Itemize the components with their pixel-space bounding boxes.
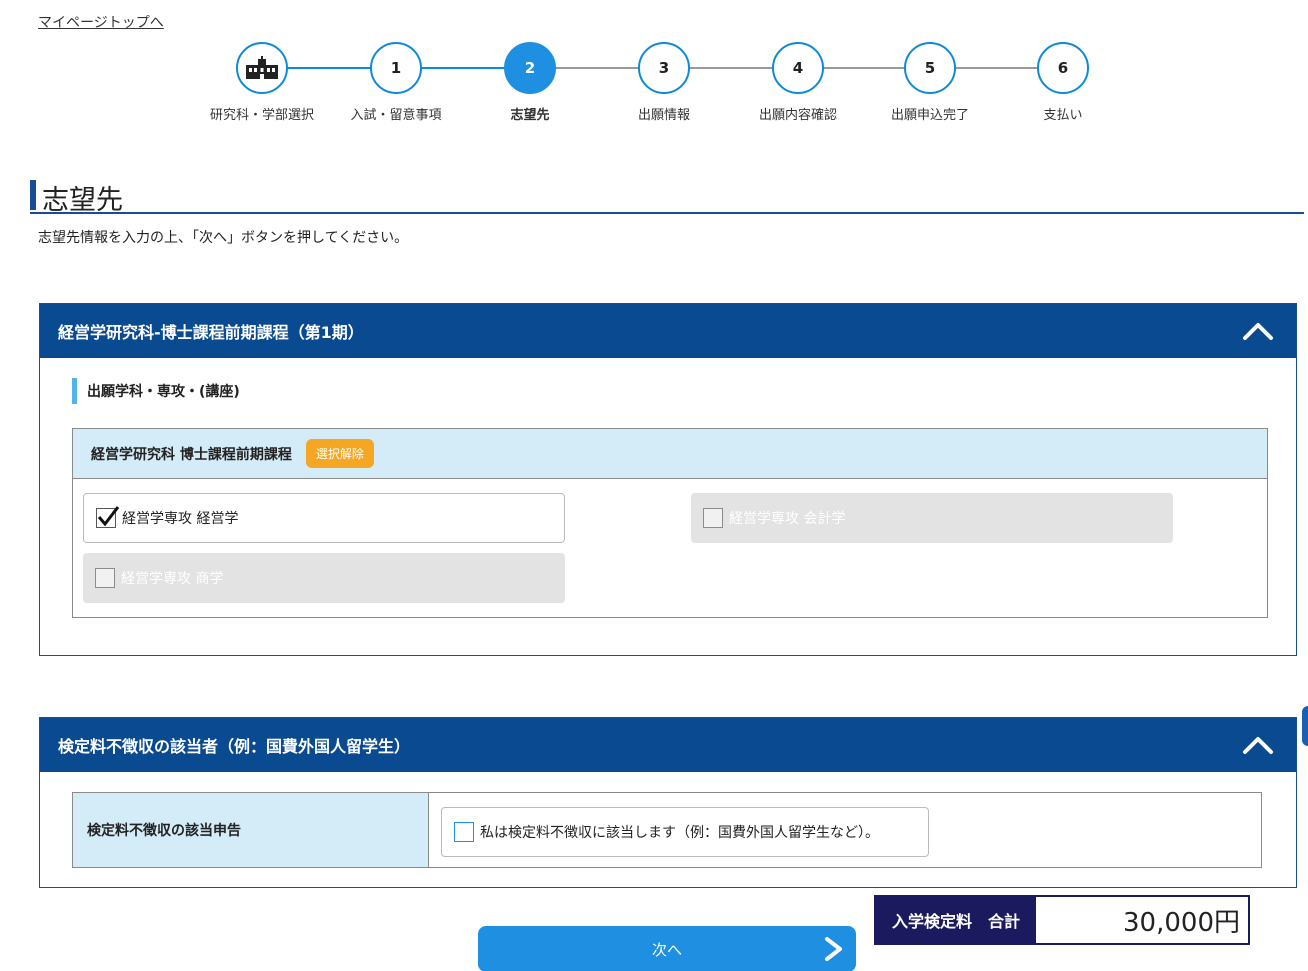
fee-checkbox-label: 私は検定料不徴収に該当します（例：国費外国人留学生など）。 (480, 825, 879, 841)
course-selection-box: 経営学研究科 博士課程前期課程 選択解除 経営学専攻 経営学 経営学専攻 会計学… (72, 428, 1268, 618)
page-description: 志望先情報を入力の上、「次へ」ボタンを押してください。 (38, 230, 409, 246)
step-4: 4 出願内容確認 (731, 42, 865, 123)
section-subheading: 出願学科・専攻・(講座) (72, 378, 240, 404)
step-circle: 3 (638, 42, 690, 94)
fee-exemption-option[interactable]: 私は検定料不徴収に該当します（例：国費外国人留学生など）。 (441, 807, 929, 857)
course-panel: 経営学研究科-博士課程前期課程（第1期） 出願学科・専攻・(講座) 経営学研究科… (39, 303, 1297, 656)
option-label: 経営学専攻 商学 (121, 571, 224, 587)
total-fee-box: 入学検定料 合計 30,000円 (874, 895, 1250, 945)
step-circle (236, 42, 288, 94)
chevron-up-icon[interactable] (1242, 734, 1274, 756)
clear-selection-button[interactable]: 選択解除 (305, 439, 374, 468)
total-fee-label: 入学検定料 合計 (876, 897, 1036, 943)
page-title-text: 志望先 (42, 185, 123, 216)
subheading-accent-bar (72, 378, 77, 404)
progress-stepper: 研究科・学部選択 1 入試・留意事項 2 志望先 3 出願情報 4 出願内容確認… (195, 42, 1130, 132)
course-panel-title: 経営学研究科-博士課程前期課程（第1期） (58, 323, 364, 342)
step-circle: 1 (370, 42, 422, 94)
step-2-current: 2 志望先 (463, 42, 597, 123)
course-heading: 経営学研究科 博士課程前期課程 選択解除 (73, 429, 1267, 479)
option-label: 経営学専攻 経営学 (122, 511, 239, 527)
option-accounting: 経営学専攻 会計学 (691, 493, 1173, 543)
floating-side-tab[interactable] (1302, 706, 1308, 746)
checkbox-disabled (95, 568, 115, 588)
next-button[interactable]: 次へ (478, 926, 856, 971)
option-label: 経営学専攻 会計学 (729, 511, 846, 527)
step-faculty-select: 研究科・学部選択 (195, 42, 329, 123)
chevron-right-icon (825, 937, 842, 961)
step-label: 出願情報 (637, 108, 690, 123)
step-circle: 2 (504, 42, 556, 94)
step-circle: 4 (772, 42, 824, 94)
title-accent-bar (30, 180, 36, 210)
step-circle: 6 (1037, 42, 1089, 94)
fee-panel-title: 検定料不徴収の該当者（例：国費外国人留学生） (58, 737, 411, 756)
fee-row-label: 検定料不徴収の該当申告 (73, 793, 429, 867)
course-title: 経営学研究科 博士課程前期課程 (91, 446, 292, 463)
step-1: 1 入試・留意事項 (329, 42, 463, 123)
subheading-text: 出願学科・専攻・(講座) (87, 384, 240, 400)
fee-row-value: 私は検定料不徴収に該当します（例：国費外国人留学生など）。 (429, 793, 1261, 867)
school-building-icon (246, 56, 278, 79)
step-label: 出願内容確認 (758, 108, 837, 123)
checkbox-checked[interactable] (96, 506, 120, 528)
fee-exemption-checkbox[interactable] (454, 822, 474, 842)
option-commerce: 経営学専攻 商学 (83, 553, 565, 603)
page-title: 志望先 (30, 178, 1304, 216)
checkbox-disabled (703, 508, 723, 528)
next-button-label: 次へ (651, 941, 682, 959)
step-6: 6 支払い (996, 42, 1130, 123)
step-label: 入試・留意事項 (350, 108, 442, 123)
step-label: 研究科・学部選択 (209, 108, 314, 123)
fee-exemption-panel: 検定料不徴収の該当者（例：国費外国人留学生） 検定料不徴収の該当申告 私は検定料… (39, 717, 1297, 888)
checkmark-icon (97, 506, 120, 527)
option-management[interactable]: 経営学専攻 経営学 (83, 493, 565, 543)
step-label: 志望先 (510, 108, 550, 123)
step-label: 支払い (1043, 108, 1083, 123)
fee-exemption-row: 検定料不徴収の該当申告 私は検定料不徴収に該当します（例：国費外国人留学生など）… (72, 792, 1262, 868)
mypage-top-link[interactable]: マイページトップへ (38, 12, 164, 32)
step-5: 5 出願申込完了 (863, 42, 997, 123)
step-3: 3 出願情報 (597, 42, 731, 123)
fee-panel-header[interactable]: 検定料不徴収の該当者（例：国費外国人留学生） (40, 718, 1296, 772)
step-circle: 5 (904, 42, 956, 94)
course-panel-header[interactable]: 経営学研究科-博士課程前期課程（第1期） (40, 304, 1296, 358)
step-label: 出願申込完了 (890, 108, 969, 123)
chevron-up-icon[interactable] (1242, 320, 1274, 342)
total-fee-value: 30,000円 (1036, 897, 1248, 943)
